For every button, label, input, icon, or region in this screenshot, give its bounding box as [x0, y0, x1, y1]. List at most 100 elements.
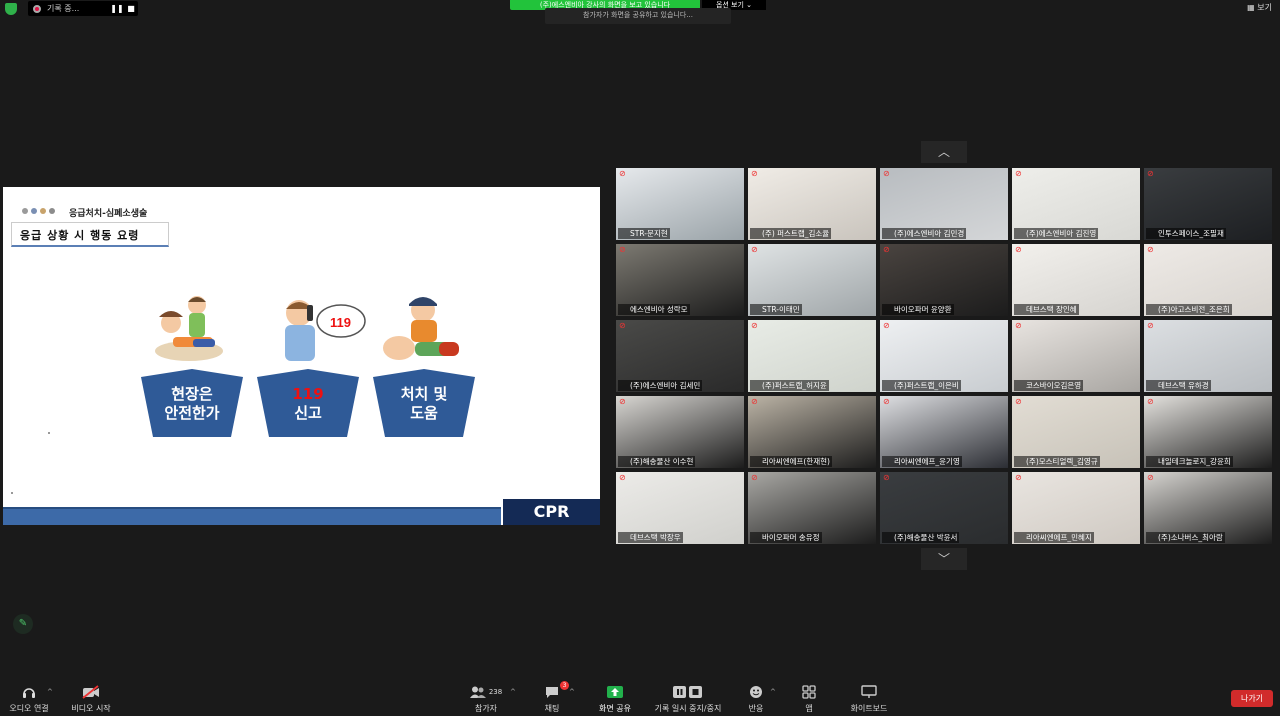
muted-mic-icon: ⊘ — [1015, 245, 1022, 254]
participant-tile[interactable]: (주)해송물산 박윤서 ⊘ — [880, 472, 1008, 544]
muted-mic-icon: ⊘ — [619, 245, 626, 254]
participant-tile[interactable]: 내일테크놀로지_강윤희 ⊘ — [1144, 396, 1272, 468]
participant-tile[interactable]: STR-문지현 ⊘ — [616, 168, 744, 240]
participant-tile[interactable]: 데브스택 장인혜 ⊘ — [1012, 244, 1140, 316]
video-button[interactable]: 비디오 시작 — [66, 684, 116, 714]
chat-icon: 3 — [540, 681, 569, 700]
slide-footer-bar — [3, 507, 501, 525]
reactions-button[interactable]: 반응 — [744, 684, 768, 714]
audio-button[interactable]: 오디오 연결 — [6, 684, 52, 714]
participant-name: (주)해송물산 이수현 — [618, 456, 696, 467]
chevron-down-icon: ﹀ — [937, 552, 950, 566]
participant-name: 인투스페이스_조필재 — [1146, 228, 1226, 239]
participant-tile[interactable]: (주)아고스비전_조은희 ⊘ — [1144, 244, 1272, 316]
slide-dots — [22, 208, 55, 214]
chevron-up-icon: ︿ — [937, 145, 950, 159]
participant-tile[interactable]: 바이오파머 윤양환 ⊘ — [880, 244, 1008, 316]
chat-badge: 3 — [560, 681, 569, 690]
participant-tile[interactable]: (주)에스엔비아 김진영 ⊘ — [1012, 168, 1140, 240]
participant-tile[interactable]: 인투스페이스_조필재 ⊘ — [1144, 168, 1272, 240]
slide-speck — [48, 432, 50, 434]
security-shield-icon[interactable] — [5, 3, 17, 15]
video-off-icon — [66, 684, 116, 700]
participant-name: 에스엔비아 성락모 — [618, 304, 690, 315]
participant-tile[interactable]: 데브스택 박장우 ⊘ — [616, 472, 744, 544]
participant-tile[interactable]: 리아씨엔에프_민혜지 ⊘ — [1012, 472, 1140, 544]
headphones-icon — [6, 684, 52, 700]
first-aid-illustration — [383, 297, 459, 360]
participant-tile[interactable]: 에스엔비아 성락모 ⊘ — [616, 244, 744, 316]
slide-heading: 응급 상황 시 행동 요령 — [11, 222, 169, 247]
participant-name: 바이오파머 윤양환 — [882, 304, 954, 315]
participants-caret-icon[interactable]: ^ — [510, 688, 516, 696]
participant-tile[interactable]: (주)에스엔비아 김민경 ⊘ — [880, 168, 1008, 240]
participant-tile[interactable]: 데브스택 유하경 ⊘ — [1144, 320, 1272, 392]
participants-label: 참가자 — [474, 704, 498, 713]
step-3-line2: 도움 — [410, 404, 438, 422]
recording-dot-icon — [33, 4, 41, 13]
share-screen-button[interactable]: 화면 공유 — [594, 684, 636, 714]
chat-caret-icon[interactable]: ^ — [569, 688, 575, 696]
participant-name: 리아씨엔에프_민혜지 — [1014, 532, 1094, 543]
reactions-label: 반응 — [748, 704, 764, 713]
muted-mic-icon: ⊘ — [1015, 473, 1022, 482]
participant-name: 리아씨엔에프(한재현) — [750, 456, 832, 467]
participant-name: STR-이태민 — [750, 304, 802, 315]
participant-name: 데브스택 유하경 — [1146, 380, 1211, 391]
muted-mic-icon: ⊘ — [619, 321, 626, 330]
gallery-up-button[interactable]: ︿ — [921, 141, 967, 163]
participant-name: (주)퍼스트랩_이은비 — [882, 380, 961, 391]
step-report: 119 신고 — [249, 367, 367, 441]
participant-tile[interactable]: (주)에스엔비아 김세민 ⊘ — [616, 320, 744, 392]
reactions-caret-icon[interactable]: ^ — [770, 688, 776, 696]
participant-tile[interactable]: 리아씨엔에프_윤기영 ⊘ — [880, 396, 1008, 468]
slide-speck — [11, 492, 13, 494]
participants-icon: 238 — [462, 684, 510, 700]
participant-name: (주) 퍼스트랩_김소율 — [750, 228, 832, 239]
whiteboard-button[interactable]: 화이트보드 — [846, 684, 892, 714]
step-safety: 현장은 안전한가 — [133, 367, 251, 441]
participant-name: STR-문지현 — [618, 228, 670, 239]
muted-mic-icon: ⊘ — [1015, 169, 1022, 178]
apps-button[interactable]: 앱 — [798, 684, 820, 714]
pause-recording-icon[interactable]: ❚❚ — [110, 4, 124, 13]
whiteboard-icon — [846, 684, 892, 700]
participant-tile[interactable]: (주)퍼스트랩_허지윤 ⊘ — [748, 320, 876, 392]
participant-name: 내일테크놀로지_강윤희 — [1146, 456, 1233, 467]
muted-mic-icon: ⊘ — [619, 473, 626, 482]
recording-label: 기록 중... — [47, 4, 80, 13]
view-button[interactable]: ▦ 보기 — [1247, 2, 1272, 13]
participant-name: (주)소나버스_최아람 — [1146, 532, 1225, 543]
step-2-line1: 119 — [292, 385, 324, 403]
record-controls-icon — [650, 684, 726, 700]
participant-tile[interactable]: 바이오파머 송유정 ⊘ — [748, 472, 876, 544]
muted-mic-icon: ⊘ — [1015, 397, 1022, 406]
participant-tile[interactable]: STR-이태민 ⊘ — [748, 244, 876, 316]
dot — [49, 208, 55, 214]
participant-tile[interactable]: (주) 퍼스트랩_김소율 ⊘ — [748, 168, 876, 240]
participant-tile[interactable]: 코스바이오김은영 ⊘ — [1012, 320, 1140, 392]
annotate-pencil-icon[interactable]: ✎ — [13, 614, 33, 634]
muted-mic-icon: ⊘ — [883, 321, 890, 330]
participant-tile[interactable]: (주)해송물산 이수현 ⊘ — [616, 396, 744, 468]
audio-caret-icon[interactable]: ^ — [47, 688, 53, 696]
chat-button[interactable]: 3 채팅 — [540, 681, 569, 714]
participant-tile[interactable]: 리아씨엔에프(한재현) ⊘ — [748, 396, 876, 468]
view-button-label: 보기 — [1257, 3, 1272, 12]
muted-mic-icon: ⊘ — [1147, 473, 1154, 482]
record-button[interactable]: 기록 일시 중지/중지 — [650, 684, 726, 714]
participants-button[interactable]: 238 참가자 — [462, 684, 510, 714]
participant-name: 데브스택 박장우 — [618, 532, 683, 543]
slide-breadcrumb: 응급처치-심폐소생술 — [69, 209, 148, 219]
audio-label: 오디오 연결 — [9, 704, 49, 713]
leave-button[interactable]: 나가기 — [1231, 690, 1273, 707]
muted-mic-icon: ⊘ — [1147, 245, 1154, 254]
participant-tile[interactable]: (주)소나버스_최아람 ⊘ — [1144, 472, 1272, 544]
gallery-down-button[interactable]: ﹀ — [921, 548, 967, 570]
apps-label: 앱 — [805, 704, 813, 713]
participant-tile[interactable]: (주)모스티얼렉_김영규 ⊘ — [1012, 396, 1140, 468]
muted-mic-icon: ⊘ — [619, 169, 626, 178]
participant-tile[interactable]: (주)퍼스트랩_이은비 ⊘ — [880, 320, 1008, 392]
stop-recording-icon[interactable]: ■ — [124, 4, 138, 13]
muted-mic-icon: ⊘ — [883, 397, 890, 406]
